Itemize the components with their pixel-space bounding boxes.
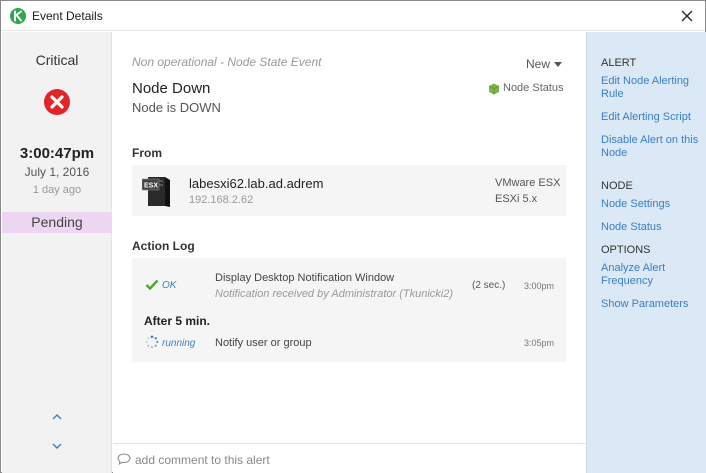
close-button[interactable]	[677, 6, 697, 26]
source-node-card: ESX labesxi62.lab.ad.adrem 192.168.2.62 …	[132, 165, 566, 216]
critical-x-icon	[43, 88, 71, 116]
edit-alert-rule-link[interactable]: Edit Node Alerting Rule	[601, 75, 701, 101]
event-details-window: Event Details Critical 3:00:47pm July 1,…	[0, 0, 706, 473]
event-type: Non operational - Node State Event	[132, 55, 322, 69]
monitor-link[interactable]: Node Status	[488, 82, 564, 95]
caret-down-icon	[554, 62, 563, 68]
node-name-link[interactable]: labesxi62.lab.ad.adrem	[189, 176, 323, 191]
state-badge: Pending	[2, 212, 112, 233]
monitor-label: Node Status	[503, 82, 564, 94]
title-bar: Event Details	[1, 1, 705, 31]
status-dropdown[interactable]: New	[526, 57, 563, 71]
event-main-panel: Non operational - Node State Event New N…	[113, 32, 586, 442]
node-os-line2: ESXi 5.x	[495, 193, 538, 205]
app-logo-icon	[10, 8, 26, 24]
svg-text:ESX: ESX	[144, 183, 158, 190]
disable-alert-link[interactable]: Disable Alert on this Node	[601, 134, 701, 160]
chevron-up-icon	[52, 414, 62, 420]
node-ip: 192.168.2.62	[189, 194, 254, 206]
alert-section-heading: ALERT	[601, 57, 637, 69]
server-icon: ESX	[141, 174, 172, 208]
check-icon	[145, 279, 159, 291]
from-heading: From	[132, 146, 162, 160]
actions-sidebar: ALERT Edit Node Alerting Rule Edit Alert…	[586, 32, 706, 473]
options-section-heading: OPTIONS	[601, 244, 651, 256]
analyze-frequency-link[interactable]: Analyze Alert Frequency	[601, 262, 701, 288]
log-time: 3:00pm	[524, 281, 555, 291]
node-os-line1: VMware ESX	[495, 177, 561, 189]
close-icon	[681, 10, 693, 22]
previous-event-button[interactable]	[50, 411, 64, 423]
comment-input[interactable]	[135, 451, 575, 469]
edit-alert-script-link[interactable]: Edit Alerting Script	[601, 111, 701, 124]
show-parameters-link[interactable]: Show Parameters	[601, 298, 701, 311]
event-date: July 1, 2016	[24, 165, 90, 179]
severity-label: Critical	[35, 52, 79, 68]
comment-bar	[113, 443, 586, 473]
event-time: 3:00:47pm	[19, 145, 95, 162]
event-age: 1 day ago	[32, 184, 82, 196]
chevron-down-icon	[52, 443, 62, 449]
log-action: Notify user or group	[215, 337, 312, 349]
node-status-link[interactable]: Node Status	[601, 221, 701, 234]
next-event-button[interactable]	[50, 440, 64, 452]
cube-icon	[488, 83, 500, 95]
spinner-icon	[145, 335, 159, 349]
node-settings-link[interactable]: Node Settings	[601, 198, 701, 211]
log-status-text: OK	[162, 280, 177, 291]
log-duration: (2 sec.)	[472, 280, 506, 291]
comment-icon	[117, 453, 131, 465]
delay-label: After 5 min.	[144, 314, 211, 328]
node-section-heading: NODE	[601, 180, 633, 192]
window-title: Event Details	[32, 9, 103, 23]
log-note: Notification received by Administrator (…	[215, 288, 454, 300]
event-title: Node Down	[132, 80, 211, 97]
action-log: OK Display Desktop Notification Window N…	[132, 258, 566, 362]
status-value: New	[526, 57, 551, 71]
event-summary-panel: Critical 3:00:47pm July 1, 2016 1 day ag…	[2, 32, 112, 473]
log-time: 3:05pm	[524, 338, 555, 348]
log-action: Display Desktop Notification Window	[215, 272, 395, 284]
action-log-heading: Action Log	[132, 239, 195, 253]
event-subtitle: Node is DOWN	[132, 100, 221, 115]
log-status-text: running	[162, 338, 196, 349]
